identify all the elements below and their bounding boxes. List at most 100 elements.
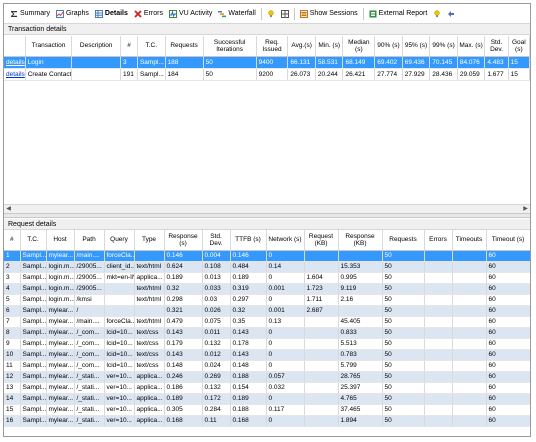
transaction-column-header[interactable]: Median (s)	[342, 36, 376, 57]
request-row[interactable]: 16 Sampl... mylear.../_stati... ver=10... ap…	[4, 415, 530, 427]
request-row[interactable]: 15 Sampl... mylear.../_stati... ver=10... ap…	[4, 404, 530, 416]
scroll-left-arrow-icon[interactable]: ◀	[4, 205, 13, 213]
request-cell-std: 0.284	[202, 404, 231, 416]
request-cell-ttfb: 0.148	[230, 360, 267, 372]
request-cell-path: /_stati...	[74, 382, 105, 394]
panel-splitter[interactable]	[4, 214, 530, 218]
request-cell-respkb: 0.783	[338, 349, 383, 361]
lightbulb-icon	[267, 9, 275, 18]
request-column-header[interactable]: Type	[134, 230, 165, 251]
request-row[interactable]: 11 Sampl... mylear.../_com... lcid=10... tex…	[4, 360, 530, 372]
transaction-column-header[interactable]: T.C.	[137, 36, 166, 57]
vu-activity-button[interactable]: VU Activity	[166, 8, 215, 20]
request-row[interactable]: 3 Sampl... login.m.../29005... mkt=en-IN app…	[4, 272, 530, 284]
request-column-header[interactable]: Std. Dev.	[202, 230, 231, 251]
request-cell-query: ver=10...	[104, 404, 135, 416]
request-row[interactable]: 14 Sampl... mylear.../_stati... ver=10... ap…	[4, 393, 530, 405]
request-column-header[interactable]: Timeout (s)	[486, 230, 530, 251]
show-sessions-button[interactable]: Show Sessions	[297, 8, 361, 20]
transaction-column-header[interactable]: 90% (s)	[374, 36, 403, 57]
transaction-column-header[interactable]: 99% (s)	[429, 36, 458, 57]
transaction-column-header[interactable]: Successful Iterations	[203, 36, 257, 57]
request-cell-timeout: 60	[486, 294, 530, 306]
grid-layout-button[interactable]	[278, 8, 292, 20]
waterfall-button[interactable]: Waterfall	[215, 8, 258, 20]
summary-button[interactable]: Summary	[7, 8, 53, 20]
request-cell-net: 0	[266, 272, 305, 284]
graphs-button[interactable]: Graphs	[53, 8, 92, 20]
request-column-header[interactable]: Timeouts	[452, 230, 487, 251]
request-row[interactable]: 4 Sampl... login.m.../29005... text/html 0.3…	[4, 283, 530, 295]
request-cell-errors	[424, 360, 453, 372]
request-cell-std: 0.108	[202, 261, 231, 273]
request-row[interactable]: 10 Sampl... mylear.../_com... lcid=10... tex…	[4, 349, 530, 361]
request-cell-resp: 0.479	[164, 316, 203, 328]
transaction-horizontal-scrollbar[interactable]: ◀ ▶	[4, 204, 530, 213]
request-row[interactable]: 8 Sampl... mylear.../_com... lcid=10... text…	[4, 327, 530, 339]
request-cell-host: mylear...	[46, 393, 75, 405]
transaction-column-header[interactable]: Req. Issued	[256, 36, 289, 57]
toolbar-separator	[293, 7, 295, 20]
transaction-column-header[interactable]: Std. Dev.	[484, 36, 509, 57]
request-column-header[interactable]: #	[4, 230, 21, 251]
request-cell-errors	[424, 305, 453, 317]
transaction-column-header[interactable]: Max. (s)	[457, 36, 486, 57]
lightbulb-button[interactable]	[264, 8, 278, 20]
transaction-column-header[interactable]: 95% (s)	[402, 36, 431, 57]
request-row[interactable]: 7 Sampl... mylear.../main.... forceCla... te…	[4, 316, 530, 328]
scroll-right-arrow-icon[interactable]: ▶	[521, 205, 530, 213]
details-link[interactable]: details	[6, 59, 24, 66]
request-cell-host: login.m...	[46, 261, 75, 273]
request-cell-resp: 0.143	[164, 349, 203, 361]
toolbar-separator	[260, 7, 262, 20]
request-cell-requests: 50	[382, 316, 425, 328]
request-column-header[interactable]: Network (s)	[266, 230, 305, 251]
details-link[interactable]: details	[6, 71, 24, 78]
request-cell-ttfb: 0.188	[230, 371, 267, 383]
transaction-column-header[interactable]	[4, 36, 26, 57]
request-cell-requests: 50	[382, 338, 425, 350]
transaction-column-header[interactable]: Min. (s)	[315, 36, 344, 57]
transaction-column-header[interactable]: Requests	[165, 36, 204, 57]
external-report-button[interactable]: External Report	[366, 8, 431, 20]
request-column-header[interactable]: TTFB (s)	[230, 230, 267, 251]
request-cell-tc: Sampl...	[20, 349, 47, 361]
request-cell-timeout: 60	[486, 349, 530, 361]
errors-button[interactable]: Errors	[131, 8, 166, 20]
request-column-header[interactable]: Response (KB)	[338, 230, 383, 251]
transaction-row[interactable]: details Create Contact 191 Sampl... 184 50 920…	[4, 68, 530, 81]
request-column-header[interactable]: Errors	[424, 230, 453, 251]
request-cell-path: /29005...	[74, 283, 105, 295]
transaction-column-header[interactable]: Transaction	[25, 36, 73, 57]
request-column-header[interactable]: Request (KB)	[304, 230, 339, 251]
request-column-header[interactable]: Response (s)	[164, 230, 203, 251]
request-cell-tc: Sampl...	[20, 305, 47, 317]
request-column-header[interactable]: Host	[46, 230, 75, 251]
request-column-header[interactable]: Query	[104, 230, 135, 251]
transaction-column-header[interactable]: Goal (s)	[508, 36, 530, 57]
request-row[interactable]: 2 Sampl... login.m.../29005... client_id...…	[4, 261, 530, 273]
details-button[interactable]: Details	[92, 8, 131, 20]
request-row[interactable]: 5 Sampl... login.m.../kmsi text/html 0.298 0.…	[4, 294, 530, 306]
request-cell-tc: Sampl...	[20, 382, 47, 394]
transaction-column-header[interactable]: Description	[71, 36, 122, 57]
lightbulb-button[interactable]	[430, 8, 444, 20]
transaction-cell-name: Login	[25, 56, 73, 69]
back-arrow-button[interactable]	[444, 8, 458, 20]
transaction-column-header[interactable]: Avg.(s)	[287, 36, 316, 57]
transaction-column-header[interactable]: #	[120, 36, 138, 57]
request-column-header[interactable]: Path	[74, 230, 105, 251]
request-row[interactable]: 12 Sampl... mylear.../_stati... ver=10... ap…	[4, 371, 530, 383]
request-column-header[interactable]: T.C.	[20, 230, 47, 251]
vu-activity-label: VU Activity	[178, 10, 213, 17]
transaction-cell-p99: 28.436	[429, 68, 458, 81]
request-cell-ttfb: 0.188	[230, 404, 267, 416]
transaction-details-header: Transaction details	[4, 24, 530, 35]
request-row[interactable]: 13 Sampl... mylear.../_stati... ver=10... ap…	[4, 382, 530, 394]
transaction-row[interactable]: details Login 3 Sampl... 188 50 9400 66.131 58.5…	[4, 56, 530, 69]
request-column-header[interactable]: Requests	[382, 230, 425, 251]
request-row[interactable]: 9 Sampl... mylear.../_com... lcid=10... text…	[4, 338, 530, 350]
request-cell-respkb: 1.894	[338, 415, 383, 427]
request-row[interactable]: 6 Sampl... mylear.../ 0.321 0.026 0.32 0.001 2.…	[4, 305, 530, 317]
request-row[interactable]: 1 Sampl... mylear.../main.... forceCla... 0.…	[4, 250, 530, 262]
